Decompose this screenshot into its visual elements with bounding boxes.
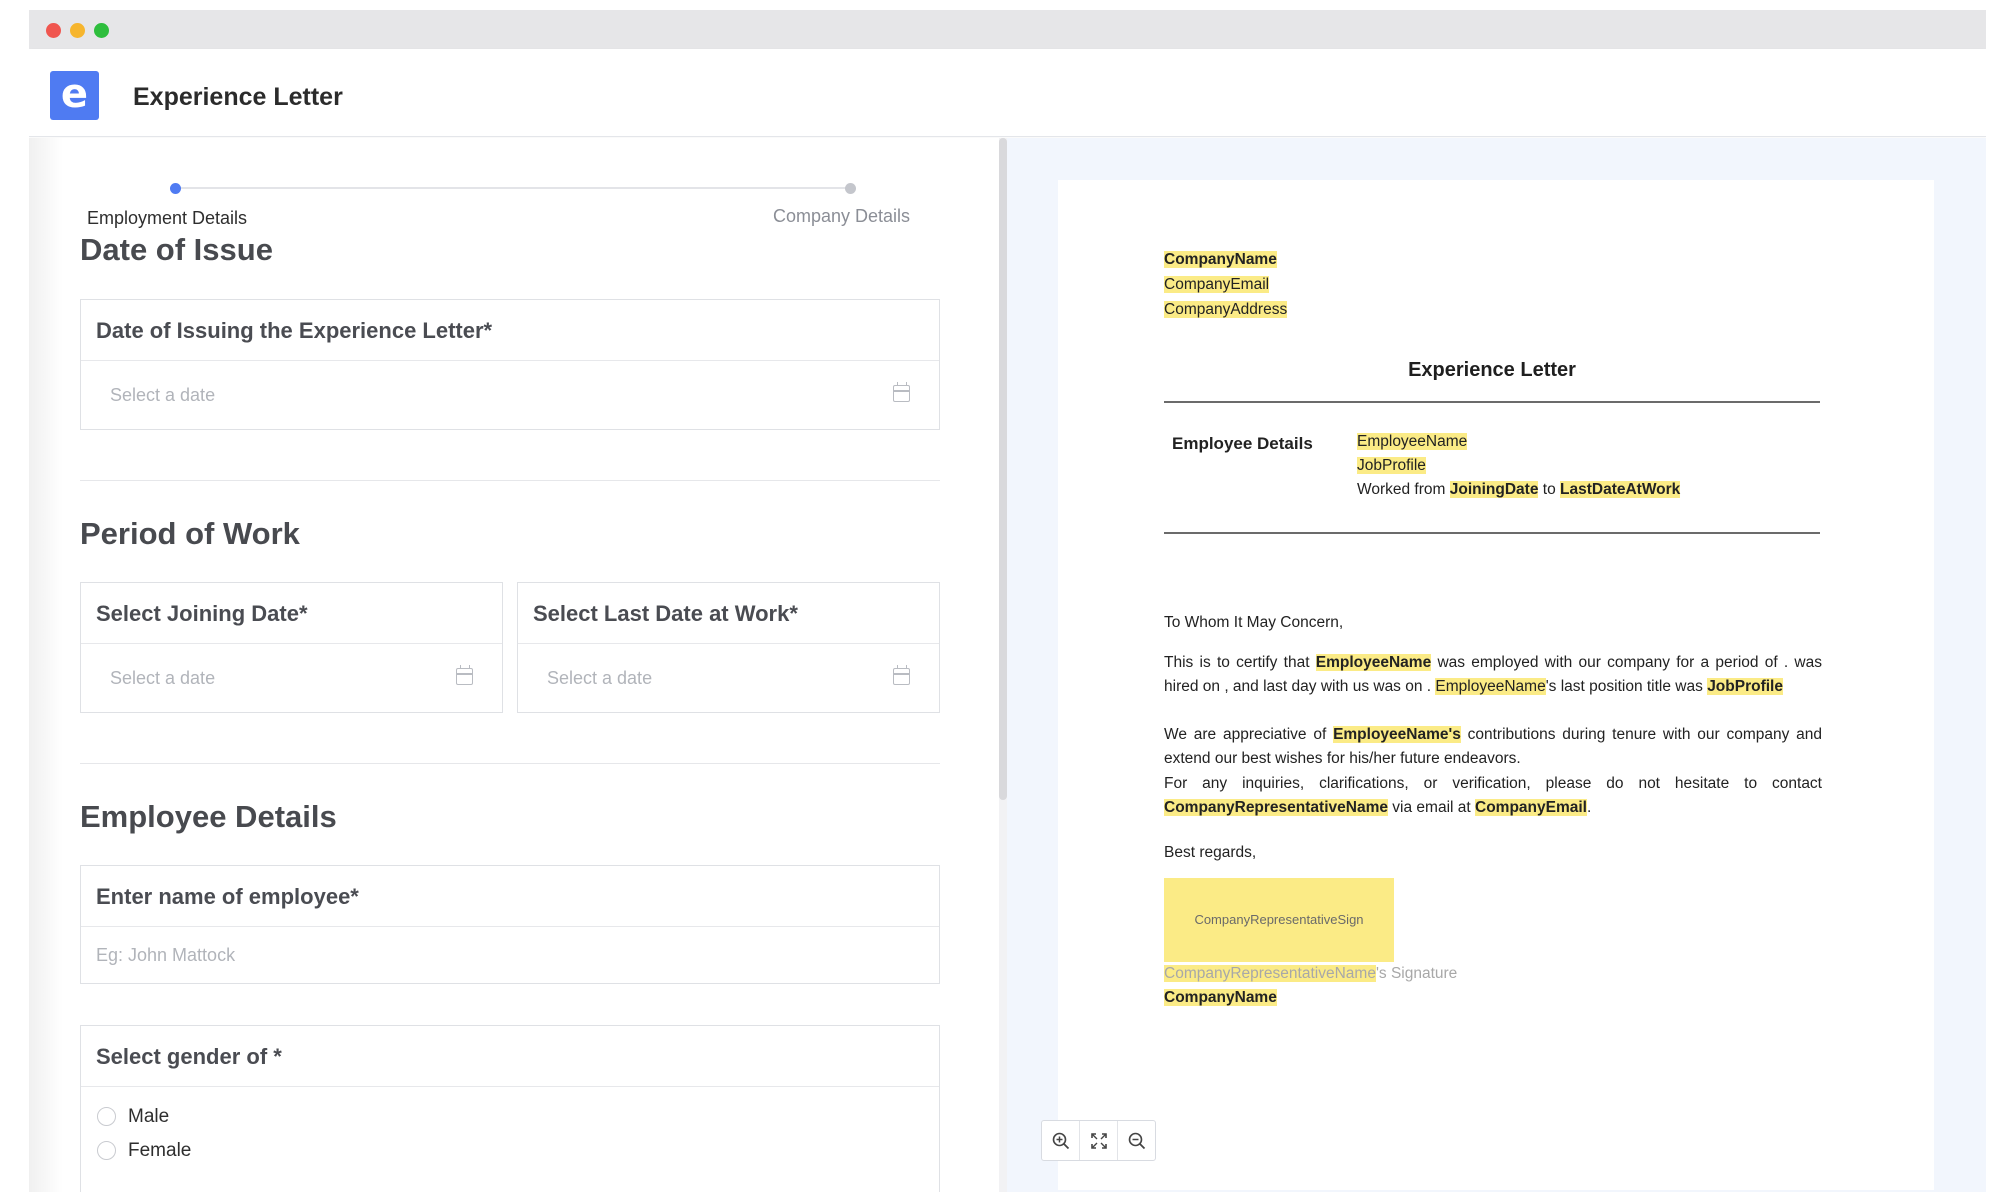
calendar-icon[interactable] [456,665,473,685]
gender-option-male[interactable]: Male [97,1106,169,1128]
last-date-input[interactable]: Select a date [518,644,939,712]
section-divider [80,763,940,764]
employee-name-input[interactable]: Eg: John Mattock [81,927,939,983]
company-address: CompanyAddress [1164,301,1288,318]
last-date-label: Select Last Date at Work* [518,583,939,644]
letter-preview: CompanyName CompanyEmail CompanyAddress … [1058,180,1934,1190]
calendar-icon[interactable] [893,382,910,402]
window-titlebar [29,10,1986,49]
issue-date-input[interactable]: Select a date [81,361,939,429]
letter-paragraph-3: For any inquiries, clarifications, or ve… [1164,775,1822,816]
stepper-track [175,187,849,189]
page-title: Experience Letter [133,83,343,111]
step-company-details[interactable]: Company Details [773,206,910,227]
letter-rule-bottom [1164,532,1820,534]
employee-details-heading: Employee Details [1172,434,1313,453]
section-title-employee-details: Employee Details [80,799,337,834]
gender-option-female[interactable]: Female [97,1140,191,1162]
employee-name-field: Enter name of employee* Eg: John Mattock [80,865,940,984]
letter-rule-top [1164,401,1820,403]
preview-work-period: Worked from JoiningDate to LastDateAtWor… [1357,481,1681,498]
signature-placeholder: CompanyRepresentativeSign [1164,878,1394,962]
section-divider [80,480,940,481]
letter-title: Experience Letter [1408,359,1576,381]
preview-employee-name: EmployeeName [1357,433,1468,450]
zoom-out-icon [1128,1132,1145,1149]
signature-company-name: CompanyName [1164,989,1277,1006]
gender-field: Select gender of * Male Female [80,1025,940,1192]
company-email: CompanyEmail [1164,276,1270,293]
radio-button[interactable] [97,1141,116,1160]
step-indicator-active[interactable] [170,183,181,194]
step-indicator-inactive[interactable] [845,183,856,194]
gender-label: Select gender of * [81,1026,939,1087]
joining-date-field: Select Joining Date* Select a date [80,582,503,713]
fit-screen-button[interactable] [1080,1121,1118,1160]
calendar-icon[interactable] [893,665,910,685]
zoom-controls [1041,1120,1156,1161]
preview-job-profile: JobProfile [1357,457,1426,474]
joining-date-label: Select Joining Date* [81,583,502,644]
signature-caption: CompanyRepresentativeName's Signature [1164,965,1458,982]
joining-date-input[interactable]: Select a date [81,644,502,712]
section-title-date-of-issue: Date of Issue [80,232,273,267]
last-date-placeholder: Select a date [547,668,653,688]
employee-name-label: Enter name of employee* [81,866,939,927]
issue-date-placeholder: Select a date [110,385,216,405]
minimize-window-button[interactable] [70,23,85,38]
company-name: CompanyName [1164,251,1277,268]
letter-salutation: To Whom It May Concern, [1164,614,1344,631]
last-date-field: Select Last Date at Work* Select a date [517,582,940,713]
form-pane: Employment Details Company Details Date … [29,138,999,1192]
form-scrollbar-thumb[interactable] [999,138,1007,800]
issue-date-label: Date of Issuing the Experience Letter* [81,300,939,361]
issue-date-field: Date of Issuing the Experience Letter* S… [80,299,940,430]
preview-pane: CompanyName CompanyEmail CompanyAddress … [1007,138,1986,1192]
fit-screen-icon [1090,1132,1107,1149]
radio-button[interactable] [97,1107,116,1126]
app-header: e Experience Letter [29,49,1986,137]
letter-paragraph-1: This is to certify that EmployeeName was… [1164,654,1822,695]
app-logo-icon: e [50,71,99,120]
zoom-in-icon [1052,1132,1069,1149]
zoom-out-button[interactable] [1118,1121,1155,1160]
close-window-button[interactable] [46,23,61,38]
section-title-period-of-work: Period of Work [80,516,300,551]
joining-date-placeholder: Select a date [110,668,216,688]
maximize-window-button[interactable] [94,23,109,38]
letter-paragraph-2: We are appreciative of EmployeeName's co… [1164,726,1823,767]
zoom-in-button[interactable] [1042,1121,1080,1160]
employee-name-placeholder: Eg: John Mattock [96,945,236,965]
letter-closing: Best regards, [1164,844,1257,861]
step-employment-details[interactable]: Employment Details [87,208,247,229]
